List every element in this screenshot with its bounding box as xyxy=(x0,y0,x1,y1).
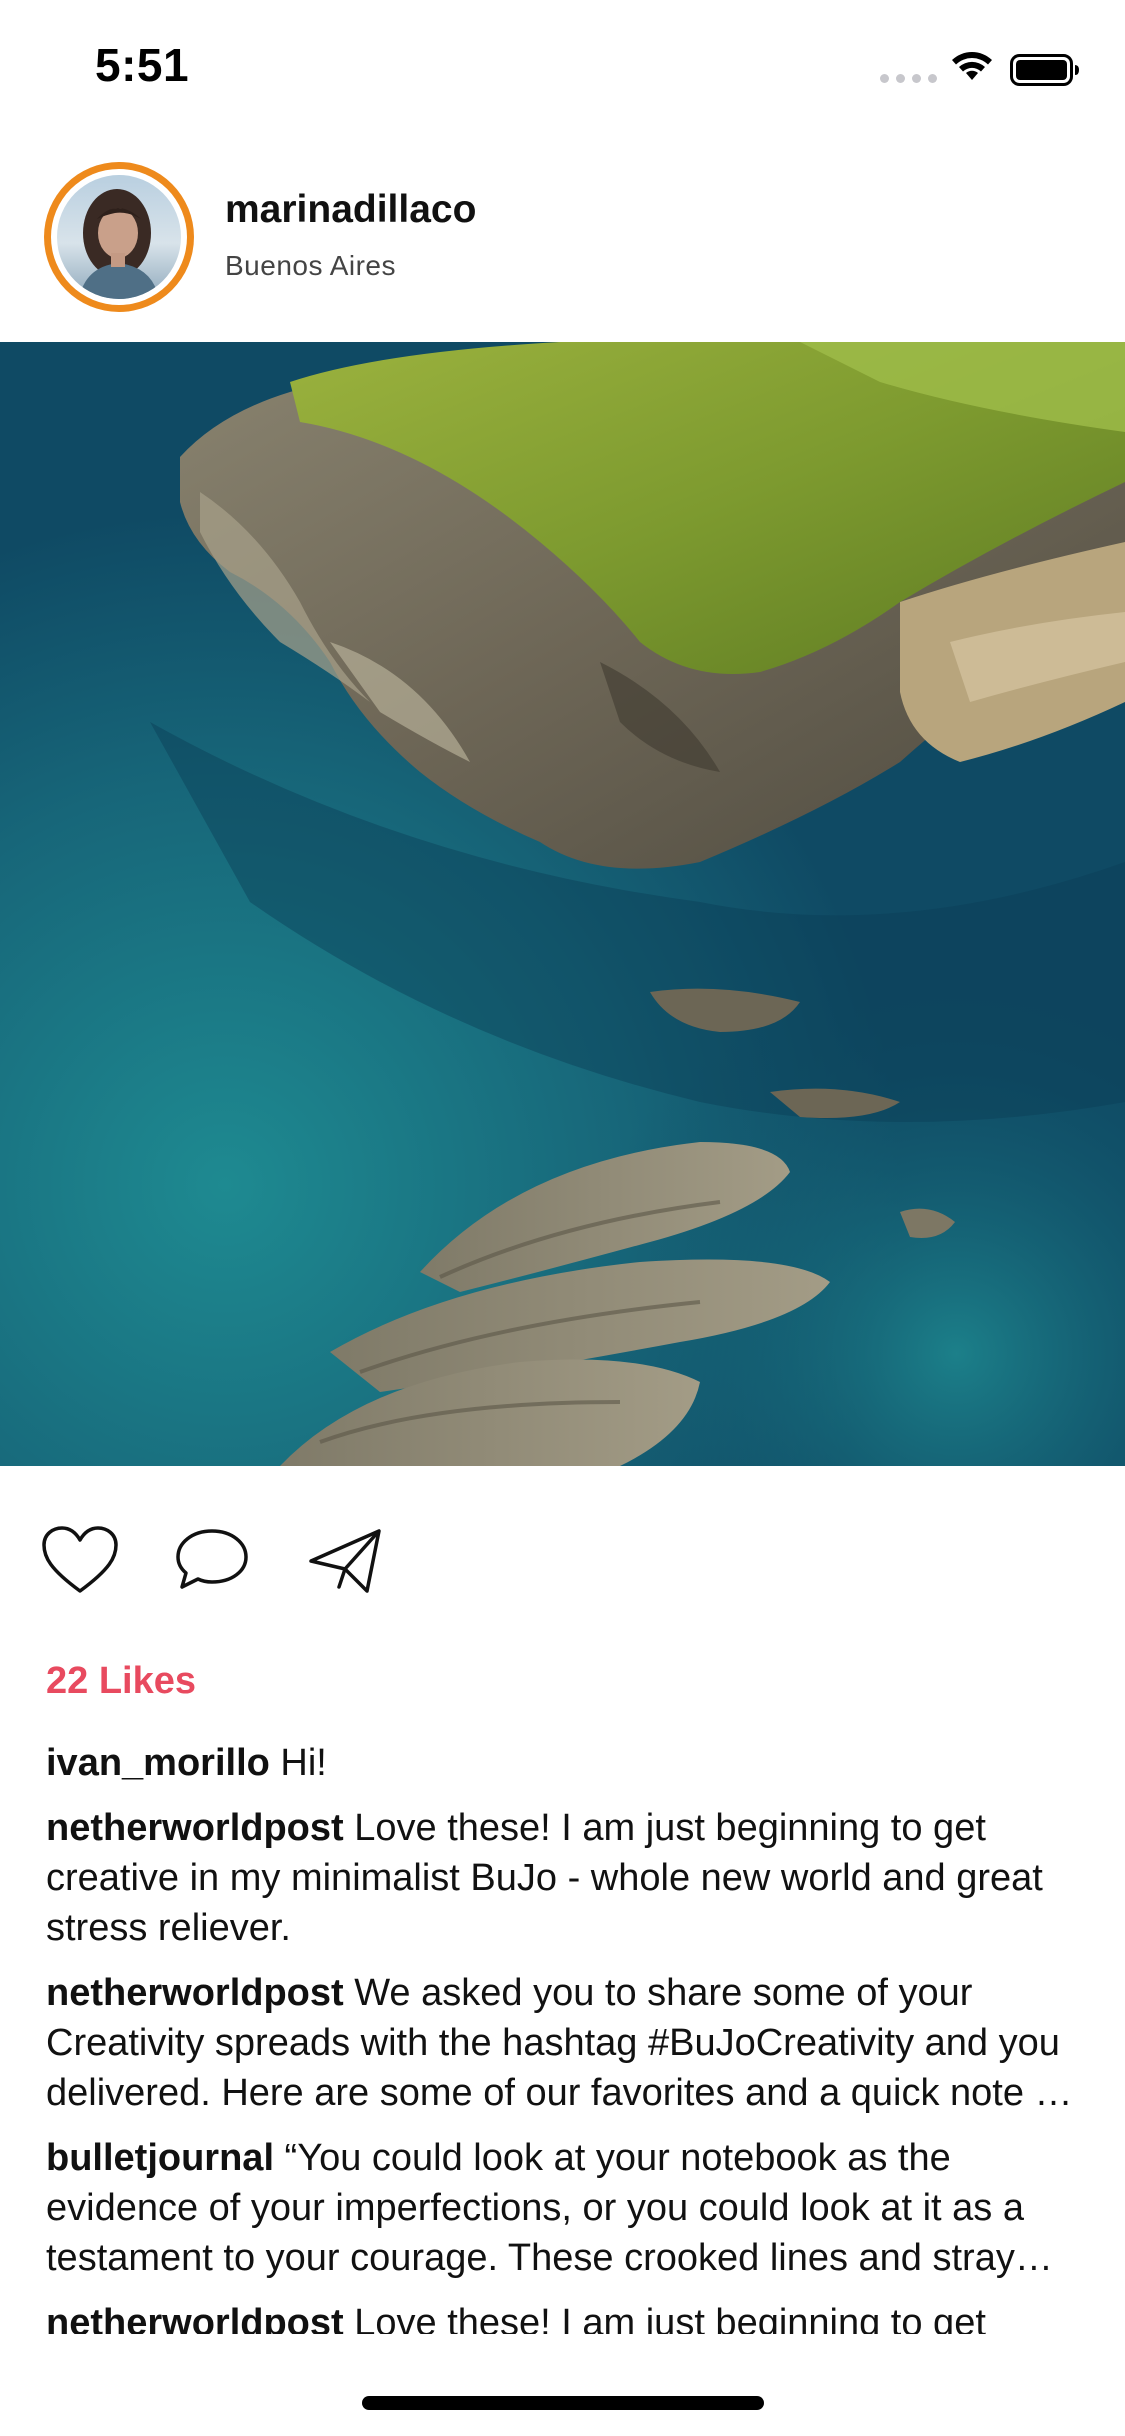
comment-item: netherworldpost Love these! I am just be… xyxy=(46,1803,1086,1953)
comment-item: netherworldpost Love these! I am just be… xyxy=(46,2298,1086,2334)
comment-button[interactable] xyxy=(172,1525,252,1597)
comment-username[interactable]: ivan_morillo xyxy=(46,1742,270,1784)
comment-username[interactable]: netherworldpost xyxy=(46,1972,344,2014)
wifi-icon xyxy=(952,52,992,80)
comment-bubble-icon xyxy=(176,1529,248,1589)
battery-icon xyxy=(1010,54,1079,86)
heart-icon xyxy=(42,1526,118,1593)
comment-text: Hi! xyxy=(269,1742,327,1784)
comment-username[interactable]: bulletjournal xyxy=(46,2137,274,2179)
signal-dots-icon xyxy=(880,74,937,83)
post-username[interactable]: marinadillaco xyxy=(225,188,476,232)
comment-item: netherworldpost We asked you to share so… xyxy=(46,1968,1086,2118)
share-button[interactable] xyxy=(305,1525,385,1597)
post-header: marinadillaco Buenos Aires xyxy=(0,150,1125,340)
likes-count[interactable]: 22 Likes xyxy=(46,1660,196,1703)
home-indicator[interactable] xyxy=(362,2396,764,2410)
like-button[interactable] xyxy=(40,1525,120,1597)
post-location[interactable]: Buenos Aires xyxy=(225,250,396,282)
status-bar: 5:51 xyxy=(0,0,1125,132)
comment-item: ivan_morillo Hi! xyxy=(46,1738,1086,1788)
avatar[interactable] xyxy=(44,162,194,312)
comment-username[interactable]: netherworldpost xyxy=(46,2302,344,2334)
comment-item: bulletjournal “You could look at your no… xyxy=(46,2133,1086,2283)
post-actions xyxy=(0,1525,1125,1605)
paper-plane-icon xyxy=(309,1529,381,1593)
comments-list: ivan_morillo Hi! netherworldpost Love th… xyxy=(46,1738,1086,2334)
avatar-photo xyxy=(57,175,181,299)
comment-username[interactable]: netherworldpost xyxy=(46,1807,344,1849)
post-photo[interactable] xyxy=(0,342,1125,1466)
status-time: 5:51 xyxy=(95,39,190,91)
